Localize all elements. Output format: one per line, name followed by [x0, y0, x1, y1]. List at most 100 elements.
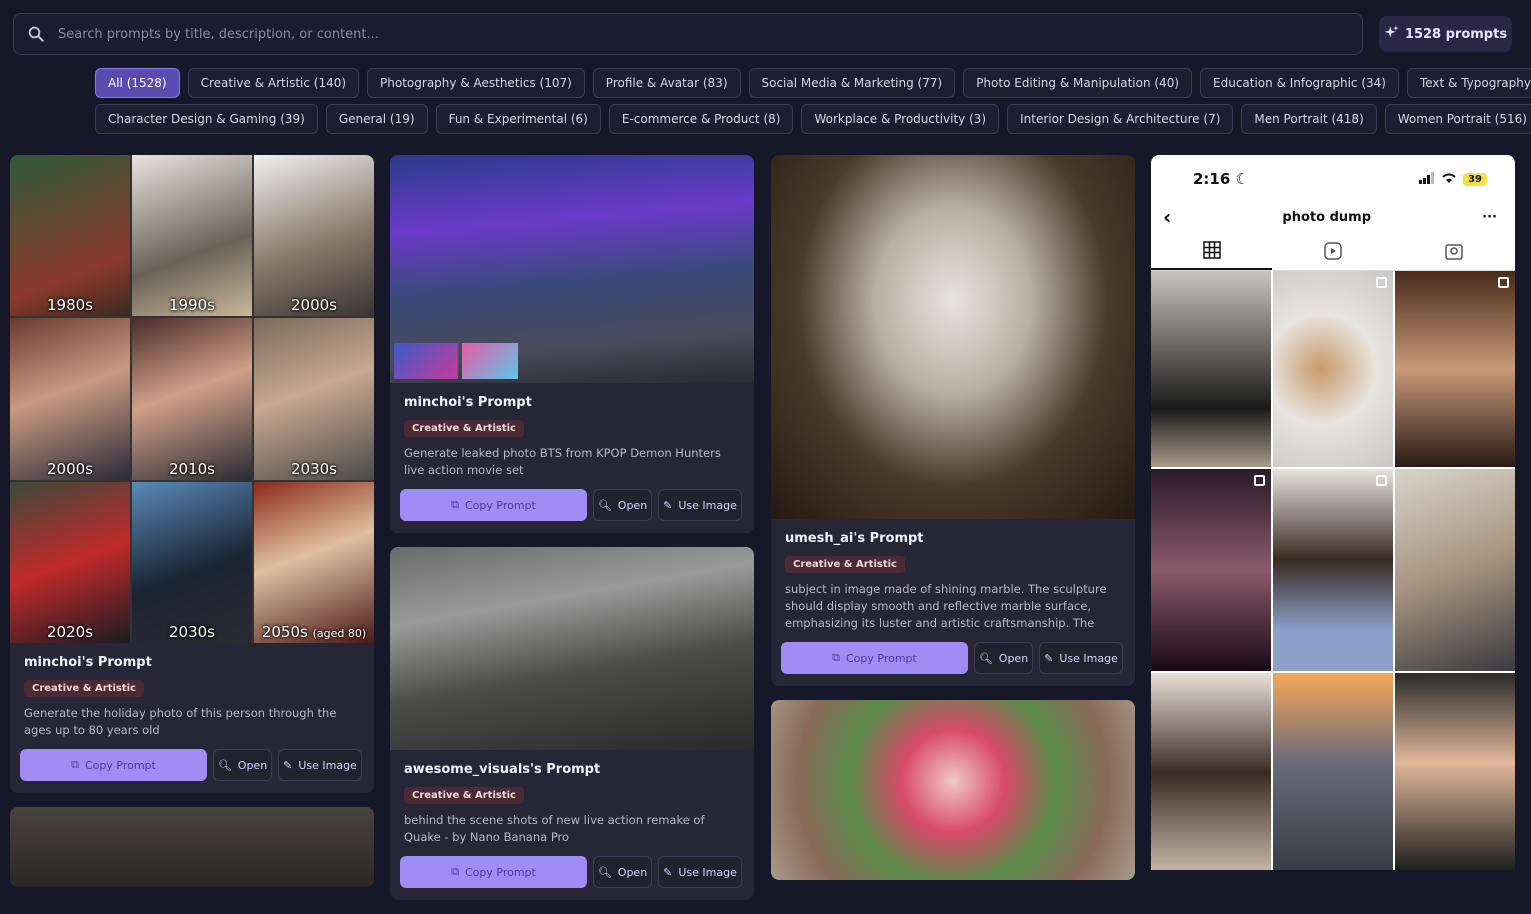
phone-time: 2:16	[1193, 170, 1231, 188]
category-chip-general[interactable]: General (19)	[325, 104, 428, 134]
back-icon: ‹	[1163, 205, 1172, 229]
age-photo: 2030s	[254, 318, 374, 480]
card-image[interactable]	[390, 547, 754, 750]
category-chip-typography[interactable]: Text & Typography (31)	[1406, 68, 1531, 98]
edit-icon: ✎	[283, 758, 293, 772]
card-image[interactable]: 1980s 1990s 2000s 2000s 2010s 2030s 2020…	[10, 155, 374, 643]
phone-nav-bar: ‹ photo dump ···	[1151, 203, 1515, 231]
phone-screenshot-card[interactable]: 2:16 ☾ 39 ‹ photo dump ···	[1151, 155, 1515, 870]
thumbnail	[462, 343, 518, 379]
use-image-button[interactable]: ✎ Use Image	[278, 749, 362, 781]
use-image-button[interactable]: ✎ Use Image	[658, 489, 742, 521]
category-chip-photography[interactable]: Photography & Aesthetics (107)	[367, 68, 585, 98]
grid-photo[interactable]	[1151, 469, 1271, 671]
category-filters: All (1528) Creative & Artistic (140) Pho…	[95, 68, 1531, 140]
category-chip-interior[interactable]: Interior Design & Architecture (7)	[1007, 104, 1234, 134]
copy-icon: ⧉	[451, 865, 459, 878]
multi-photo-icon	[1498, 277, 1509, 288]
card-image[interactable]	[390, 155, 754, 383]
age-photo: 2050s (aged 80)	[254, 481, 374, 643]
grid-photo[interactable]	[1151, 673, 1271, 870]
category-chip-profile[interactable]: Profile & Avatar (83)	[592, 68, 741, 98]
masonry-column-1: 1980s 1990s 2000s 2000s 2010s 2030s 2020…	[10, 155, 374, 901]
search-bar[interactable]	[13, 13, 1363, 55]
category-chip-women-portrait[interactable]: Women Portrait (516)	[1384, 104, 1531, 134]
thumbnail	[394, 343, 458, 379]
era-label: 2000s	[47, 459, 93, 478]
card-image[interactable]	[771, 700, 1135, 880]
grid-photo[interactable]	[1395, 469, 1515, 671]
copy-prompt-button[interactable]: ⧉ Copy Prompt	[400, 489, 587, 521]
era-label: 2030s	[169, 622, 215, 641]
category-tag: Creative & Artistic	[404, 787, 524, 804]
open-button[interactable]: 🔍︎ Open	[974, 642, 1033, 674]
prompt-card	[10, 807, 374, 887]
era-label: 2050s (aged 80)	[261, 622, 367, 641]
masonry-column-2: minchoi's Prompt Creative & Artistic Gen…	[390, 155, 754, 914]
open-button[interactable]: 🔍︎ Open	[213, 749, 272, 781]
category-chip-character-design[interactable]: Character Design & Gaming (39)	[95, 104, 318, 134]
category-tag: Creative & Artistic	[24, 680, 144, 697]
sparkle-icon	[1384, 25, 1399, 44]
copy-prompt-button[interactable]: ⧉ Copy Prompt	[781, 642, 968, 674]
era-label: 1990s	[169, 296, 215, 315]
copy-prompt-button[interactable]: ⧉ Copy Prompt	[20, 749, 207, 781]
age-photo: 2020s	[10, 481, 130, 643]
moon-icon: ☾	[1235, 170, 1249, 188]
category-chip-social-media[interactable]: Social Media & Marketing (77)	[748, 68, 956, 98]
category-chip-creative[interactable]: Creative & Artistic (140)	[187, 68, 360, 98]
category-chip-photo-editing[interactable]: Photo Editing & Manipulation (40)	[963, 68, 1193, 98]
grid-photo[interactable]	[1395, 271, 1515, 467]
open-button[interactable]: 🔍︎ Open	[593, 856, 652, 888]
category-chip-workplace[interactable]: Workplace & Productivity (3)	[801, 104, 1000, 134]
grid-photo[interactable]	[1273, 673, 1393, 870]
card-image[interactable]	[771, 155, 1135, 519]
prompt-card: umesh_ai's Prompt Creative & Artistic su…	[771, 155, 1135, 686]
category-tag: Creative & Artistic	[785, 556, 905, 573]
prompt-card	[771, 700, 1135, 880]
battery-icon: 39	[1463, 172, 1487, 186]
card-image[interactable]	[10, 807, 374, 887]
age-photo: 2000s	[10, 318, 130, 480]
category-chip-education[interactable]: Education & Infographic (34)	[1200, 68, 1399, 98]
open-button[interactable]: 🔍︎ Open	[593, 489, 652, 521]
use-image-button[interactable]: ✎ Use Image	[1039, 642, 1123, 674]
zoom-icon: 🔍︎	[597, 498, 612, 512]
copy-icon: ⧉	[451, 498, 459, 511]
copy-prompt-button[interactable]: ⧉ Copy Prompt	[400, 856, 587, 888]
use-image-button[interactable]: ✎ Use Image	[658, 856, 742, 888]
signal-icon	[1419, 170, 1435, 188]
card-title: awesome_visuals's Prompt	[404, 762, 601, 777]
card-description: Generate the holiday photo of this perso…	[24, 706, 337, 737]
age-photo: 2000s	[254, 155, 374, 317]
era-label: 2030s	[291, 459, 337, 478]
category-chip-fun[interactable]: Fun & Experimental (6)	[435, 104, 601, 134]
reels-icon	[1272, 231, 1393, 270]
era-label: 2010s	[169, 459, 215, 478]
copy-icon: ⧉	[832, 651, 840, 664]
prompt-count-label: 1528 prompts	[1404, 26, 1508, 42]
grid-icon	[1151, 231, 1273, 270]
photo-grid	[1151, 271, 1515, 870]
zoom-icon: 🔍︎	[978, 651, 993, 665]
category-chip-men-portrait[interactable]: Men Portrait (418)	[1241, 104, 1377, 134]
category-chip-ecommerce[interactable]: E-commerce & Product (8)	[608, 104, 794, 134]
wifi-icon	[1441, 170, 1457, 188]
prompt-count-badge: 1528 prompts	[1379, 16, 1512, 52]
zoom-icon: 🔍︎	[597, 865, 612, 879]
search-input[interactable]	[58, 26, 1362, 42]
prompt-card: minchoi's Prompt Creative & Artistic Gen…	[390, 155, 754, 533]
masonry-column-3: umesh_ai's Prompt Creative & Artistic su…	[771, 155, 1135, 894]
age-photo: 1980s	[10, 155, 130, 317]
category-chip-all[interactable]: All (1528)	[95, 68, 180, 98]
grid-photo[interactable]	[1273, 469, 1393, 671]
more-icon: ···	[1482, 209, 1497, 225]
grid-photo[interactable]	[1395, 673, 1515, 870]
grid-photo[interactable]	[1151, 271, 1271, 467]
era-label: 2000s	[291, 296, 337, 315]
card-description: Generate leaked photo BTS from KPOP Demo…	[404, 446, 721, 477]
age-photo: 1990s	[132, 155, 252, 317]
album-title: photo dump	[1282, 209, 1371, 225]
card-title: umesh_ai's Prompt	[785, 531, 924, 546]
grid-photo[interactable]	[1273, 271, 1393, 467]
